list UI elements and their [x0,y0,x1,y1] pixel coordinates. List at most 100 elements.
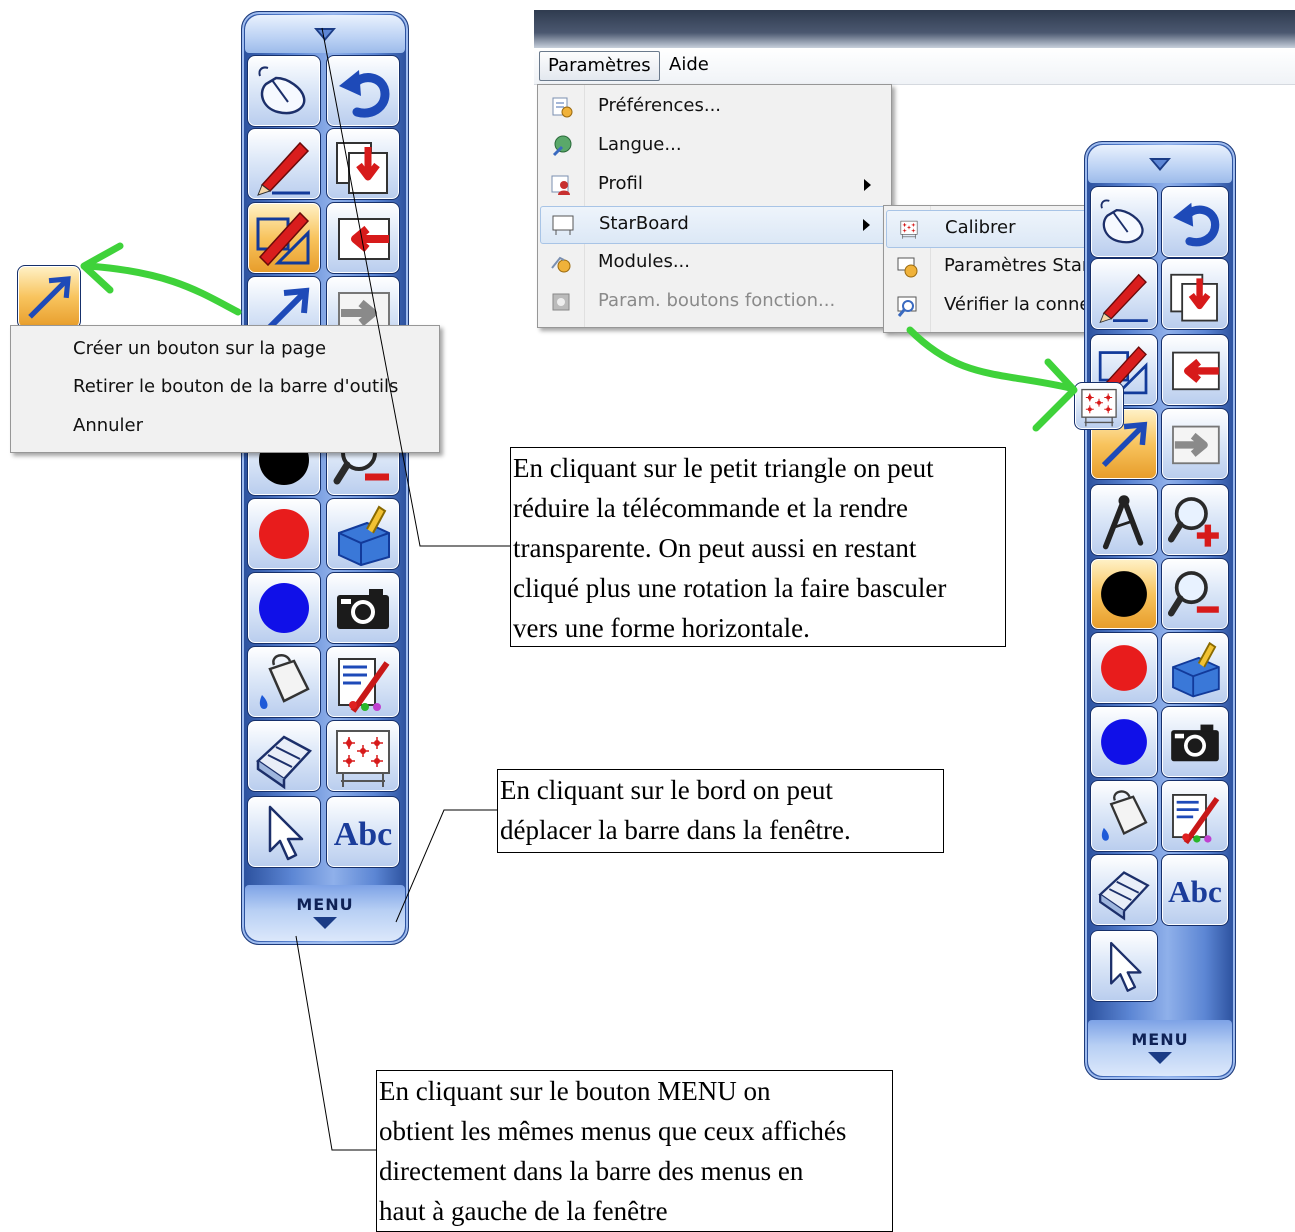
black-dot-icon [1091,559,1157,629]
connector-line-menu [295,935,378,1151]
zoom-in-button[interactable] [1161,484,1229,556]
previous-page-button[interactable] [326,202,400,274]
menu-aide[interactable]: Aide [661,51,717,79]
black-pen-button[interactable] [1090,558,1158,630]
calibrate-button[interactable] [326,720,400,792]
menu-item-param-boutons[interactable]: Param. boutons fonction... [540,284,889,320]
fill-bucket-button[interactable] [247,646,321,718]
collapse-triangle-button[interactable] [245,15,405,53]
page-insert-icon [1162,259,1228,329]
undo-icon [327,56,399,126]
select-button[interactable] [247,796,321,868]
floating-line-button[interactable] [17,265,81,329]
next-page-button[interactable] [1161,408,1229,480]
calibrate-icon [1075,383,1123,429]
page-insert-button[interactable] [326,128,400,200]
menu-button[interactable]: MENU [1088,1020,1232,1076]
compass-icon [1091,485,1157,555]
language-icon [552,135,572,157]
remove-button-from-toolbar-item[interactable]: Retirer le bouton de la barre d'outils [73,376,398,397]
abc-text-icon [327,797,399,867]
pen-tool-button[interactable] [247,128,321,200]
collapse-triangle-button[interactable] [1088,145,1232,183]
modules-icon [551,256,571,273]
menu-item-modules[interactable]: Modules... [540,245,889,281]
cursor-icon [248,797,320,867]
text-button[interactable] [1161,854,1229,926]
mouse-tool-button[interactable] [247,55,321,127]
page-insert-button[interactable] [1161,258,1229,330]
toolbox-button[interactable] [326,498,400,570]
green-arrow-right [906,326,1074,392]
toolbox-icon [327,499,399,569]
pen-tool-button[interactable] [1090,258,1158,330]
check-connection-icon [897,296,917,317]
text-button[interactable] [326,796,400,868]
window-titlebar [534,10,1295,48]
paint-bucket-icon [1091,781,1157,851]
green-arrow-left-head [80,242,124,294]
profile-icon [551,175,570,195]
triangle-down-icon [1149,158,1171,171]
red-pen-button[interactable] [247,498,321,570]
calibrate-icon [327,721,399,791]
red-pen-button[interactable] [1090,632,1158,704]
previous-page-button[interactable] [1161,334,1229,406]
zoom-in-icon [1162,485,1228,555]
properties-button[interactable] [326,646,400,718]
properties-button[interactable] [1161,780,1229,852]
menu-item-langue[interactable]: Langue... [540,128,889,164]
arrow-right-icon [1162,409,1228,479]
mouse-icon [1091,187,1157,257]
create-button-on-page-item[interactable]: Créer un bouton sur la page [73,338,326,359]
fill-bucket-button[interactable] [1090,780,1158,852]
undo-button[interactable] [326,55,400,127]
camera-button[interactable] [326,572,400,644]
preferences-icon [552,97,573,118]
submenu-arrow-icon [864,179,871,191]
toolbox-button[interactable] [1161,632,1229,704]
submenu-arrow-icon [863,219,870,231]
zoom-out-icon [1162,559,1228,629]
diagonal-arrow-icon [18,266,80,328]
abc-text-icon [1162,855,1228,925]
menu-label: MENU [1131,1030,1189,1049]
callout-triangle: En cliquant sur le petit triangle on peu… [510,447,1006,647]
properties-icon [327,647,399,717]
starboard-icon [552,215,574,235]
shape-pen-button[interactable] [247,202,321,274]
calibrate-icon [897,218,921,240]
zoom-out-button[interactable] [1161,558,1229,630]
mouse-tool-button[interactable] [1090,186,1158,258]
blue-dot-icon [1091,707,1157,777]
menu-label: MENU [296,895,354,914]
menu-button[interactable]: MENU [245,885,405,941]
floating-calibrate-button[interactable] [1074,382,1124,430]
compass-button[interactable] [1090,484,1158,556]
toolbox-icon [1162,633,1228,703]
page-insert-icon [327,129,399,199]
menu-item-profil[interactable]: Profil [540,167,889,203]
green-arrow-left [84,262,242,316]
red-dot-icon [248,499,320,569]
parametres-dropdown: Préférences... Langue... Profil StarBoar… [537,84,892,328]
eraser-button[interactable] [247,720,321,792]
red-dot-icon [1091,633,1157,703]
menu-item-starboard[interactable]: StarBoard [540,206,889,244]
camera-button[interactable] [1161,706,1229,778]
menu-parametres[interactable]: Paramètres [539,51,660,81]
blue-pen-button[interactable] [247,572,321,644]
menu-bar: Paramètres Aide [534,48,1295,85]
triangle-down-icon [314,28,336,41]
undo-button[interactable] [1161,186,1229,258]
blue-pen-button[interactable] [1090,706,1158,778]
camera-icon [1162,707,1228,777]
blue-dot-icon [248,573,320,643]
cancel-item[interactable]: Annuler [73,415,143,436]
eraser-icon [248,721,320,791]
select-button[interactable] [1090,930,1158,1002]
menu-item-preferences[interactable]: Préférences... [540,89,889,125]
connector-line-border [395,809,498,923]
eraser-button[interactable] [1090,854,1158,926]
mouse-icon [248,56,320,126]
